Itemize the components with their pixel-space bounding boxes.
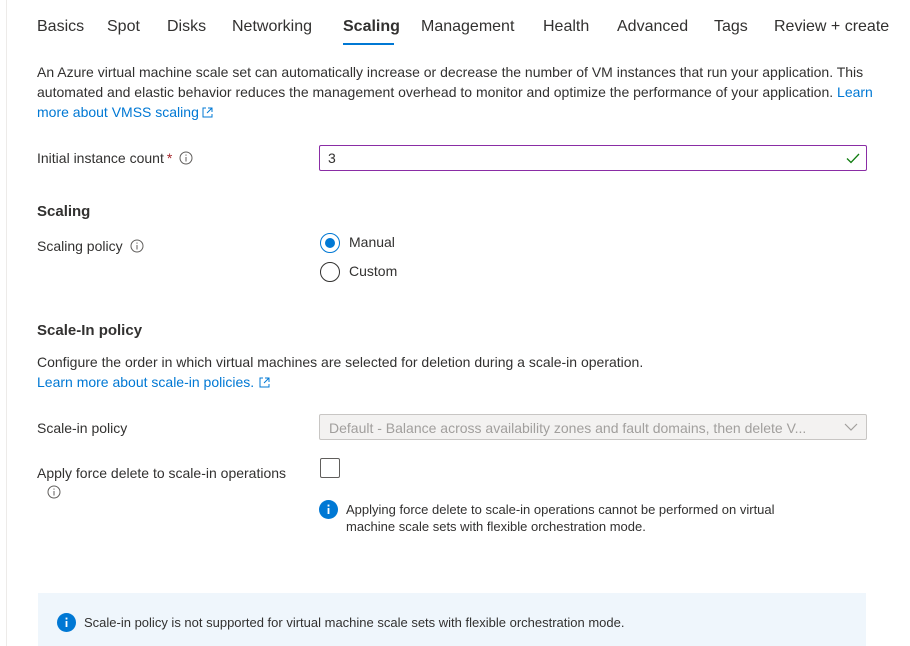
instance-count-label-row: Initial instance count * [37,150,193,166]
scale-in-description-text: Configure the order in which virtual mac… [37,354,644,370]
scale-in-policy-dropdown[interactable]: Default - Balance across availability zo… [319,414,867,440]
scaling-policy-label: Scaling policy [37,238,123,254]
tab-tags[interactable]: Tags [714,18,748,36]
tab-scaling[interactable]: Scaling [343,18,400,36]
info-icon[interactable] [179,151,193,165]
tab-review-create[interactable]: Review + create [774,18,889,36]
force-delete-label: Apply force delete to scale-in operation… [37,465,287,481]
instance-count-field[interactable] [319,145,867,171]
required-marker: * [166,150,173,166]
scaling-intro: An Azure virtual machine scale set can a… [37,62,877,122]
scale-in-section-title: Scale-In policy [37,322,143,339]
tab-spot[interactable]: Spot [107,18,140,36]
force-delete-checkbox[interactable] [320,458,340,478]
tab-networking[interactable]: Networking [232,18,312,36]
info-banner: Scale-in policy is not supported for vir… [38,593,866,646]
scale-in-description: Configure the order in which virtual mac… [37,352,643,392]
radio-custom-label: Custom [349,263,398,279]
tab-management[interactable]: Management [421,18,514,36]
info-filled-icon [319,500,338,519]
checkmark-icon [846,153,860,164]
scale-in-policy-value: Default - Balance across availability zo… [329,420,807,436]
tab-bar: Basics Spot Disks Networking Scaling Man… [0,0,910,52]
instance-count-input[interactable] [328,149,828,167]
intro-text: An Azure virtual machine scale set can a… [37,64,864,100]
info-banner-text: Scale-in policy is not supported for vir… [84,615,625,630]
active-tab-indicator [343,43,394,45]
scaling-policy-label-row: Scaling policy [37,238,144,254]
radio-button[interactable] [320,262,340,282]
info-icon[interactable] [130,239,144,253]
radio-manual-label: Manual [349,234,395,250]
force-delete-note-text: Applying force delete to scale-in operat… [346,502,775,534]
external-link-icon [259,377,270,388]
scaling-section-title: Scaling [37,203,91,220]
instance-count-label: Initial instance count [37,150,164,166]
tab-disks[interactable]: Disks [167,18,206,36]
scale-in-policy-label: Scale-in policy [37,420,128,436]
tab-basics[interactable]: Basics [37,18,84,36]
radio-button-selected[interactable] [320,233,340,253]
info-filled-icon [57,613,76,632]
external-link-icon [202,107,213,118]
chevron-down-icon [844,423,858,431]
left-divider [6,0,7,646]
tab-advanced[interactable]: Advanced [617,18,688,36]
learn-more-scale-in-link[interactable]: Learn more about scale-in policies. [37,374,270,390]
info-icon[interactable] [47,485,61,499]
tab-health[interactable]: Health [543,18,589,36]
